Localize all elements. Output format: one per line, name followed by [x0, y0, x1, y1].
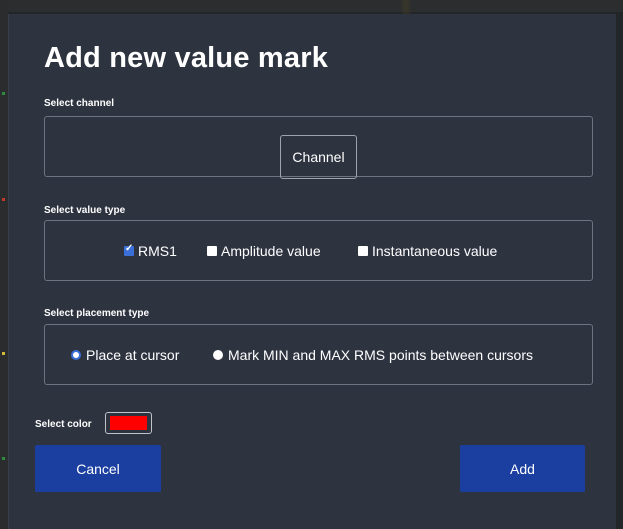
channel-button[interactable]: Channel	[280, 135, 357, 179]
select-color-label: Select color	[35, 419, 92, 430]
background-tick	[2, 457, 5, 460]
amplitude-value-label: Amplitude value	[221, 243, 321, 259]
add-button[interactable]: Add	[460, 445, 585, 492]
background-tick	[2, 352, 5, 355]
instantaneous-value-checkbox[interactable]	[358, 246, 368, 256]
select-value-type-label: Select value type	[44, 205, 126, 216]
color-swatch-fill	[110, 416, 147, 430]
color-picker-button[interactable]	[105, 412, 152, 434]
amplitude-value-checkbox[interactable]	[207, 246, 217, 256]
cancel-button[interactable]: Cancel	[35, 445, 161, 492]
background-left-strip	[0, 0, 8, 529]
dialog-title: Add new value mark	[44, 42, 329, 74]
background-tick	[2, 92, 5, 95]
place-at-cursor-radio[interactable]	[71, 350, 81, 360]
background-top-strip	[8, 0, 623, 12]
place-at-cursor-option[interactable]: Place at cursor	[71, 347, 179, 363]
select-channel-label: Select channel	[44, 98, 115, 109]
select-placement-type-label: Select placement type	[44, 308, 150, 319]
place-at-cursor-label: Place at cursor	[86, 347, 180, 363]
rms1-option[interactable]: ✓ RMS1	[124, 243, 177, 259]
mark-min-max-radio[interactable]	[213, 350, 223, 360]
instantaneous-value-label: Instantaneous value	[372, 243, 498, 259]
instantaneous-value-option[interactable]: Instantaneous value	[358, 243, 497, 259]
background-tick	[2, 198, 5, 201]
rms1-checkbox[interactable]: ✓	[124, 243, 134, 256]
mark-min-max-option[interactable]: Mark MIN and MAX RMS points between curs…	[213, 347, 533, 363]
amplitude-value-option[interactable]: Amplitude value	[207, 243, 321, 259]
checkmark-icon: ✓	[125, 243, 134, 254]
rms1-label: RMS1	[138, 243, 177, 259]
mark-min-max-label: Mark MIN and MAX RMS points between curs…	[228, 347, 533, 363]
